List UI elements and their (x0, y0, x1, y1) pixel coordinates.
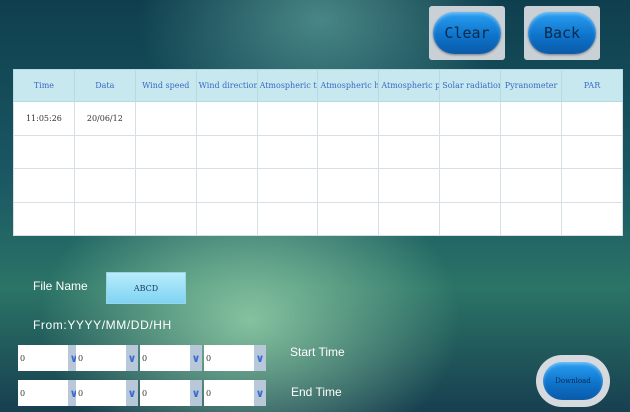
start-month-select[interactable]: 0 ∨ (76, 345, 138, 371)
end-hour-select[interactable]: 0 ∨ (204, 380, 266, 406)
table-cell (134, 101, 197, 136)
table-cell (73, 201, 136, 236)
table-cell (134, 201, 197, 236)
column-header-wind-direction: Wind direction (195, 69, 258, 102)
table-cell (73, 168, 136, 203)
column-header-wind-speed: Wind speed (134, 69, 197, 102)
table-cell (256, 201, 319, 236)
start-year-select[interactable]: 0 ∨ (18, 345, 80, 371)
select-value: 0 (20, 353, 26, 363)
start-day-select[interactable]: 0 ∨ (140, 345, 202, 371)
table-cell (134, 134, 197, 169)
table-cell (378, 168, 441, 203)
column-header-time: Time (13, 69, 75, 102)
chevron-down-icon: ∨ (190, 380, 202, 406)
end-day-select[interactable]: 0 ∨ (140, 380, 202, 406)
table-cell (500, 134, 563, 169)
download-button-label: Download (543, 362, 603, 400)
table-cell (13, 201, 75, 236)
table-cell (317, 134, 380, 169)
back-button[interactable]: Back (524, 6, 600, 60)
table-cell: 11:05:26 (13, 101, 75, 136)
end-month-select[interactable]: 0 ∨ (76, 380, 138, 406)
table-cell (13, 168, 75, 203)
clear-button[interactable]: Clear (429, 6, 505, 60)
select-value: 0 (20, 388, 26, 398)
column-header-par: PAR (561, 69, 623, 102)
table-row (13, 201, 623, 236)
table-cell (317, 168, 380, 203)
select-value: 0 (78, 353, 84, 363)
select-value: 0 (206, 388, 212, 398)
date-format-label: From:YYYY/MM/DD/HH (33, 318, 172, 332)
select-value: 0 (206, 353, 212, 363)
table-cell (317, 101, 380, 136)
table-cell (500, 168, 563, 203)
table-row (13, 134, 623, 169)
table-cell (561, 101, 623, 136)
table-cell (439, 134, 502, 169)
column-header-pyranometer: Pyranometer (500, 69, 563, 102)
table-cell (73, 134, 136, 169)
select-value: 0 (142, 353, 148, 363)
table-cell (256, 168, 319, 203)
end-year-select[interactable]: 0 ∨ (18, 380, 80, 406)
table-cell (378, 101, 441, 136)
table-cell (561, 134, 623, 169)
table-cell (439, 101, 502, 136)
back-button-label: Back (528, 12, 596, 54)
table-header-row: Time Data Wind speed Wind direction Atmo… (13, 69, 623, 102)
column-header-solar-radiation: Solar radiation (439, 69, 502, 102)
chevron-down-icon: ∨ (254, 345, 266, 371)
table-cell (500, 201, 563, 236)
table-cell (439, 201, 502, 236)
select-value: 0 (78, 388, 84, 398)
chevron-down-icon: ∨ (190, 345, 202, 371)
file-name-label: File Name (33, 279, 88, 293)
chevron-down-icon: ∨ (126, 345, 138, 371)
table-cell (195, 168, 258, 203)
file-name-field[interactable]: ABCD (106, 272, 186, 304)
table-cell (317, 201, 380, 236)
data-table: Time Data Wind speed Wind direction Atmo… (13, 69, 623, 236)
table-cell (500, 101, 563, 136)
table-cell: 20/06/12 (73, 101, 136, 136)
chevron-down-icon: ∨ (126, 380, 138, 406)
column-header-atmospheric-temperature: Atmospheric temperature (256, 69, 319, 102)
table-cell (195, 101, 258, 136)
table-cell (195, 134, 258, 169)
table-cell (378, 201, 441, 236)
table-cell (134, 168, 197, 203)
table-cell (378, 134, 441, 169)
table-cell (195, 201, 258, 236)
table-cell (561, 201, 623, 236)
column-header-atmospheric-pressure: Atmospheric pressure (378, 69, 441, 102)
download-button[interactable]: Download (536, 355, 610, 407)
column-header-atmospheric-humidity: Atmospheric humidity (317, 69, 380, 102)
table-cell (439, 168, 502, 203)
table-cell (13, 134, 75, 169)
table-cell (561, 168, 623, 203)
column-header-data: Data (73, 69, 136, 102)
start-hour-select[interactable]: 0 ∨ (204, 345, 266, 371)
table-cell (256, 101, 319, 136)
start-time-label: Start Time (290, 345, 345, 359)
clear-button-label: Clear (433, 12, 501, 54)
end-time-label: End Time (291, 385, 342, 399)
chevron-down-icon: ∨ (254, 380, 266, 406)
table-row (13, 168, 623, 203)
select-value: 0 (142, 388, 148, 398)
table-cell (256, 134, 319, 169)
table-row: 11:05:26 20/06/12 (13, 101, 623, 136)
